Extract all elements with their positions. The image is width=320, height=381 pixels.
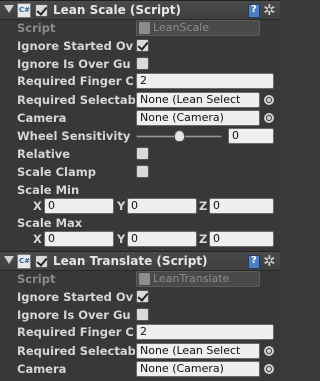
required-selectable-field[interactable]: None (Lean Select	[136, 92, 260, 108]
csharp-script-icon	[17, 254, 31, 269]
scale-max-y-label: Y	[117, 232, 126, 246]
scale-clamp-label: Scale Clamp	[17, 165, 96, 179]
scale-max-x-input[interactable]: 0	[44, 231, 114, 247]
help-book-icon[interactable]	[248, 4, 260, 18]
ignore-started-label: Ignore Started Ov	[17, 290, 134, 304]
scale-max-label: Scale Max	[17, 216, 83, 230]
scale-min-x-input[interactable]: 0	[44, 198, 114, 214]
scale-max-z-label: Z	[199, 232, 208, 246]
script-label: Script	[17, 21, 56, 35]
ignore-over-gui-row: Ignore Is Over Gu	[0, 306, 280, 324]
script-row: Script LeanScale	[0, 19, 280, 37]
component-title: Lean Scale (Script)	[53, 3, 181, 17]
ignore-over-gui-row: Ignore Is Over Gu	[0, 55, 280, 73]
scale-min-vector-row: X 0 Y 0 Z 0	[0, 197, 280, 215]
ignore-started-checkbox[interactable]	[136, 290, 149, 303]
required-finger-label: Required Finger C	[17, 74, 134, 88]
script-file-icon	[139, 273, 150, 285]
camera-label: Camera	[17, 111, 67, 125]
lean-translate-header[interactable]: Lean Translate (Script) ✲	[0, 251, 280, 271]
required-finger-row: Required Finger C 2	[0, 323, 280, 341]
ignore-over-gui-checkbox[interactable]	[136, 308, 149, 321]
wheel-sensitivity-row: Wheel Sensitivity 0	[0, 127, 280, 145]
script-label: Script	[17, 272, 56, 286]
scale-max-y-input[interactable]: 0	[127, 231, 197, 247]
relative-row: Relative	[0, 145, 280, 163]
inspector-panel: Lean Scale (Script) ✲ Script LeanScale I…	[0, 0, 280, 381]
csharp-script-icon	[17, 3, 31, 18]
required-finger-row: Required Finger C 2	[0, 72, 280, 90]
foldout-triangle-icon[interactable]	[4, 256, 14, 264]
ignore-started-label: Ignore Started Ov	[17, 39, 134, 53]
ignore-started-row: Ignore Started Ov	[0, 37, 280, 55]
required-selectable-field[interactable]: None (Lean Select	[136, 343, 260, 359]
required-finger-label: Required Finger C	[17, 325, 134, 339]
slider-thumb[interactable]	[173, 130, 185, 142]
component-enable-checkbox[interactable]	[35, 4, 48, 17]
object-picker-icon[interactable]	[264, 346, 274, 356]
scale-max-x-label: X	[33, 232, 42, 246]
camera-field[interactable]: None (Camera)	[136, 361, 260, 377]
ignore-over-gui-checkbox[interactable]	[136, 57, 149, 70]
scale-min-x-label: X	[33, 199, 42, 213]
required-finger-input[interactable]: 2	[136, 73, 274, 89]
component-title: Lean Translate (Script)	[53, 254, 208, 268]
object-picker-icon[interactable]	[264, 364, 274, 374]
scale-max-vector-row: X 0 Y 0 Z 0	[0, 230, 280, 248]
foldout-triangle-icon[interactable]	[4, 5, 14, 13]
scale-min-label: Scale Min	[17, 183, 80, 197]
script-field[interactable]: LeanScale	[136, 20, 260, 36]
relative-label: Relative	[17, 147, 71, 161]
gear-icon[interactable]: ✲	[263, 2, 276, 18]
camera-field[interactable]: None (Camera)	[136, 110, 260, 126]
scale-min-y-input[interactable]: 0	[127, 198, 197, 214]
scale-min-y-label: Y	[117, 199, 126, 213]
script-value: LeanScale	[153, 21, 210, 34]
lean-scale-header[interactable]: Lean Scale (Script) ✲	[0, 0, 280, 20]
help-book-icon[interactable]	[248, 255, 260, 269]
gear-icon[interactable]: ✲	[263, 253, 276, 269]
object-picker-icon[interactable]	[264, 113, 274, 123]
script-file-icon	[139, 22, 150, 34]
scale-max-z-input[interactable]: 0	[209, 231, 274, 247]
scale-min-z-input[interactable]: 0	[209, 198, 274, 214]
ignore-over-gui-label: Ignore Is Over Gu	[17, 308, 131, 322]
camera-row: Camera None (Camera)	[0, 360, 280, 378]
object-picker-icon[interactable]	[264, 95, 274, 105]
required-finger-input[interactable]: 2	[136, 324, 274, 340]
required-selectable-row: Required Selectab None (Lean Select	[0, 342, 280, 360]
script-value: LeanTranslate	[153, 272, 230, 285]
required-selectable-label: Required Selectab	[17, 344, 135, 358]
script-field[interactable]: LeanTranslate	[136, 271, 260, 287]
required-selectable-label: Required Selectab	[17, 93, 135, 107]
component-enable-checkbox[interactable]	[35, 255, 48, 268]
required-selectable-row: Required Selectab None (Lean Select	[0, 91, 280, 109]
camera-row: Camera None (Camera)	[0, 109, 280, 127]
ignore-started-checkbox[interactable]	[136, 39, 149, 52]
ignore-started-row: Ignore Started Ov	[0, 288, 280, 306]
ignore-over-gui-label: Ignore Is Over Gu	[17, 57, 131, 71]
wheel-sensitivity-label: Wheel Sensitivity	[17, 129, 131, 143]
relative-checkbox[interactable]	[136, 147, 149, 160]
wheel-sensitivity-input[interactable]: 0	[228, 128, 274, 144]
script-row: Script LeanTranslate	[0, 270, 280, 288]
camera-label: Camera	[17, 362, 67, 376]
scale-clamp-row: Scale Clamp	[0, 163, 280, 181]
scale-min-z-label: Z	[199, 199, 208, 213]
scale-clamp-checkbox[interactable]	[136, 165, 149, 178]
